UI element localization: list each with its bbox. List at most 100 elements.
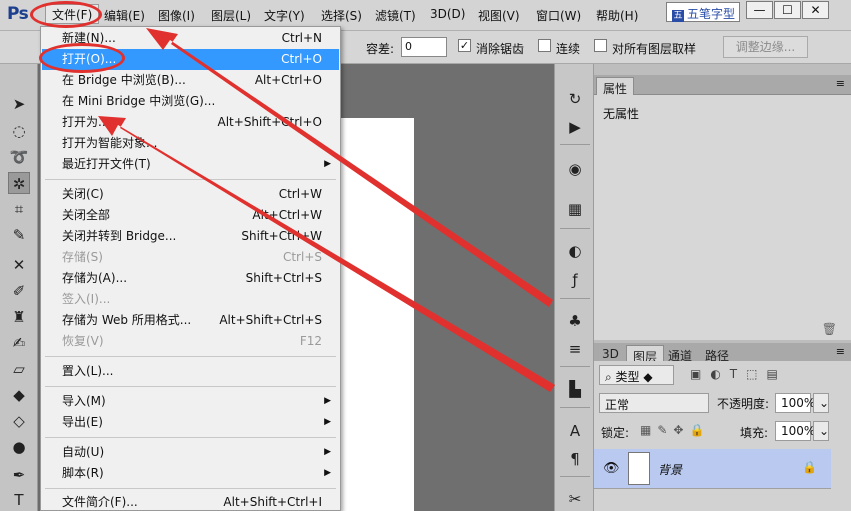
adjustments-icon[interactable]: ◐ xyxy=(564,240,586,262)
submenu-arrow-icon: ▶ xyxy=(324,159,331,169)
right-panels: 属性 ≡ 无属性 🗑 3D 图层 通道 路径 ≡ ⌕ 类型 ◆ ▣◐T⬚▤ 正常… xyxy=(594,64,851,511)
tolerance-input[interactable]: 0 xyxy=(401,37,447,57)
sample-all-layers-checkbox[interactable] xyxy=(594,39,607,52)
menu-view[interactable]: 视图(V) xyxy=(478,7,520,24)
menu-item-export[interactable]: 导出(E) ▶ xyxy=(42,412,339,433)
magic-wand-tool-icon[interactable]: ✲ xyxy=(8,172,30,194)
color-palette-icon[interactable]: ◉ xyxy=(564,158,586,180)
visibility-eye-icon[interactable]: 👁 xyxy=(603,461,620,476)
menu-item-place[interactable]: 置入(L)... xyxy=(42,361,339,382)
menu-item-browse-bridge[interactable]: 在 Bridge 中浏览(B)... Alt+Ctrl+O xyxy=(42,70,339,91)
brush-presets-icon[interactable]: ♣ xyxy=(564,310,586,332)
menu-item-automate[interactable]: 自动(U) ▶ xyxy=(42,442,339,463)
menu-item-recent-files[interactable]: 最近打开文件(T) ▶ xyxy=(42,154,339,175)
annotation-ring-open-item xyxy=(39,43,125,73)
opacity-input[interactable]: 100% xyxy=(775,393,815,413)
maximize-button[interactable]: ☐ xyxy=(774,1,801,19)
tools-icon[interactable]: ✂ xyxy=(564,488,586,510)
menu-item-scripts[interactable]: 脚本(R) ▶ xyxy=(42,463,339,484)
clone-stamp-tool-icon[interactable]: ♜ xyxy=(8,306,30,328)
menu-layer[interactable]: 图层(L) xyxy=(211,7,251,24)
annotation-ring-file-menu xyxy=(30,1,102,28)
refine-edge-button[interactable]: 调整边缘... xyxy=(723,36,808,58)
menu-item-save-as[interactable]: 存储为(A)... Shift+Ctrl+S xyxy=(42,268,339,289)
contiguous-label: 连续 xyxy=(556,42,581,56)
menu-item-file-info[interactable]: 文件简介(F)... Alt+Shift+Ctrl+I xyxy=(42,492,339,511)
antialias-checkbox[interactable]: ✓ xyxy=(458,39,471,52)
tolerance-label: 容差: xyxy=(366,42,395,56)
menu-image[interactable]: 图像(I) xyxy=(158,7,195,24)
swatches-icon[interactable]: ▦ xyxy=(564,198,586,220)
panel-menu-icon[interactable]: ≡ xyxy=(836,77,845,90)
fill-input[interactable]: 100% xyxy=(775,421,815,441)
layer-name[interactable]: 背景 xyxy=(658,461,682,478)
actions-play-icon[interactable]: ▶ xyxy=(564,116,586,138)
minimize-button[interactable]: — xyxy=(746,1,773,19)
document-canvas[interactable] xyxy=(338,118,414,511)
brush-tool-icon[interactable]: ✐ xyxy=(8,280,30,302)
layer-thumbnail xyxy=(628,452,650,485)
layers-menu-icon[interactable]: ≡ xyxy=(836,345,845,358)
tools-panel: ➤ ◌ ➰ ✲ ⌗ ✎ ✕ ✐ ♜ ✍ ▱ ◆ ◇ ● ✒ T xyxy=(0,64,38,511)
fill-dropdown[interactable]: ⌄ xyxy=(813,421,829,441)
properties-body: 无属性 🗑 xyxy=(594,95,851,340)
menu-type[interactable]: 文字(Y) xyxy=(264,7,305,24)
pen-tool-icon[interactable]: ✒ xyxy=(8,464,30,486)
opacity-label: 不透明度: xyxy=(717,397,770,411)
layer-filter-select[interactable]: ⌕ 类型 ◆ xyxy=(599,365,674,385)
menu-item-open-as[interactable]: 打开为... Alt+Shift+Ctrl+O xyxy=(42,112,339,133)
history-icon[interactable]: ↻ xyxy=(564,88,586,110)
tab-properties[interactable]: 属性 xyxy=(596,77,635,96)
submenu-arrow-icon: ▶ xyxy=(324,447,331,457)
layers-body: ⌕ 类型 ◆ ▣◐T⬚▤ 正常 不透明度: 100% ⌄ 锁定: ▦✎✥🔒 填充… xyxy=(594,361,851,511)
menu-filter[interactable]: 滤镜(T) xyxy=(375,7,416,24)
menu-item-save-for-web[interactable]: 存储为 Web 所用格式... Alt+Shift+Ctrl+S xyxy=(42,310,339,331)
lock-icons[interactable]: ▦✎✥🔒 xyxy=(640,423,710,437)
menu-item-browse-mini-bridge[interactable]: 在 Mini Bridge 中浏览(G)... xyxy=(42,91,339,112)
close-window-button[interactable]: ✕ xyxy=(802,1,829,19)
type-tool-icon[interactable]: T xyxy=(8,489,30,511)
menu-help[interactable]: 帮助(H) xyxy=(596,7,638,24)
layer-row-background[interactable]: 👁 背景 🔒 xyxy=(594,449,831,489)
opacity-dropdown[interactable]: ⌄ xyxy=(813,393,829,413)
lasso-tool-icon[interactable]: ➰ xyxy=(8,146,30,168)
paint-bucket-tool-icon[interactable]: ◆ xyxy=(8,384,30,406)
tool-presets-icon[interactable]: ≡ xyxy=(564,338,586,360)
layers-tabbar: 3D 图层 通道 路径 ≡ xyxy=(594,343,851,364)
layer-lock-icon: 🔒 xyxy=(802,460,817,474)
photoshop-logo: Ps xyxy=(7,4,29,24)
crop-tool-icon[interactable]: ⌗ xyxy=(8,198,30,220)
blur-tool-icon[interactable]: ◇ xyxy=(8,410,30,432)
healing-brush-tool-icon[interactable]: ✕ xyxy=(8,254,30,276)
eraser-tool-icon[interactable]: ▱ xyxy=(8,358,30,380)
move-tool-icon[interactable]: ➤ xyxy=(8,93,30,115)
menu-item-close-all[interactable]: 关闭全部 Alt+Ctrl+W xyxy=(42,205,339,226)
submenu-arrow-icon: ▶ xyxy=(324,468,331,478)
character-icon[interactable]: A xyxy=(564,420,586,442)
dodge-tool-icon[interactable]: ● xyxy=(8,436,30,458)
contiguous-checkbox[interactable] xyxy=(538,39,551,52)
menu-item-close-go-bridge[interactable]: 关闭并转到 Bridge... Shift+Ctrl+W xyxy=(42,226,339,247)
menu-window[interactable]: 窗口(W) xyxy=(536,7,581,24)
blend-mode-select[interactable]: 正常 xyxy=(599,393,709,413)
ime-indicator[interactable]: 五五笔字型 xyxy=(666,2,740,22)
menu-item-import[interactable]: 导入(M) ▶ xyxy=(42,391,339,412)
history-brush-tool-icon[interactable]: ✍ xyxy=(8,332,30,354)
menu-item-open-smart-object[interactable]: 打开为智能对象... xyxy=(42,133,339,154)
marquee-tool-icon[interactable]: ◌ xyxy=(8,120,30,142)
delete-icon[interactable]: 🗑 xyxy=(822,322,837,336)
lock-label: 锁定: xyxy=(601,426,630,440)
submenu-arrow-icon: ▶ xyxy=(324,396,331,406)
eyedropper-tool-icon[interactable]: ✎ xyxy=(8,224,30,246)
menu-edit[interactable]: 编辑(E) xyxy=(104,7,145,24)
menu-item-close[interactable]: 关闭(C) Ctrl+W xyxy=(42,184,339,205)
clone-source-icon[interactable]: ▙ xyxy=(564,378,586,400)
paragraph-icon[interactable]: ¶ xyxy=(564,448,586,470)
menu-3d[interactable]: 3D(D) xyxy=(430,7,465,21)
menu-item-check-in: 签入(I)... xyxy=(62,292,111,306)
styles-fx-icon[interactable]: ƒ xyxy=(564,269,586,291)
menu-item-revert: 恢复(V) F12 xyxy=(62,334,322,348)
menu-select[interactable]: 选择(S) xyxy=(321,7,362,24)
sample-all-layers-label: 对所有图层取样 xyxy=(612,42,697,56)
filter-icons[interactable]: ▣◐T⬚▤ xyxy=(690,367,787,381)
